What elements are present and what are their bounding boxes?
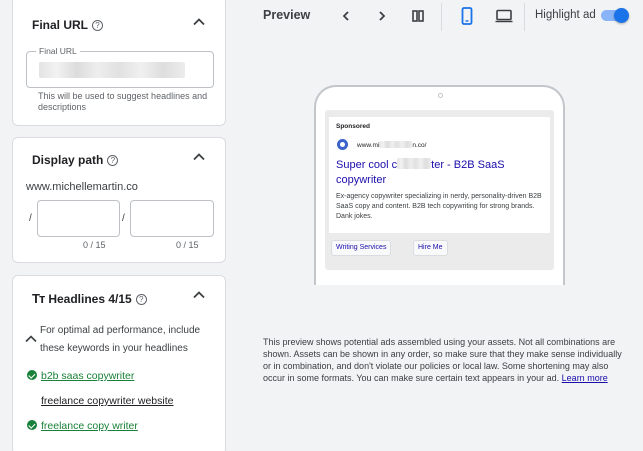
- sitelink-chip[interactable]: Writing Services: [331, 240, 392, 256]
- asset-editor-panel: Final URL? Final URL This will be used t…: [0, 0, 243, 451]
- site-favicon-icon: [337, 139, 348, 150]
- path2-counter: 0 / 15: [176, 240, 199, 250]
- path-separator: /: [29, 213, 32, 224]
- toolbar-divider: [441, 3, 442, 31]
- preview-title: Preview: [263, 8, 311, 22]
- path2-input[interactable]: [130, 200, 214, 237]
- keyword-item: b2b saas copywriter: [27, 370, 134, 382]
- chevron-up-icon[interactable]: [24, 332, 38, 346]
- ad-display-url: www.mi n.co/: [357, 141, 426, 149]
- final-url-field-label: Final URL: [36, 46, 80, 56]
- ad-url-end: n.co/: [412, 142, 427, 149]
- phone-screen: Sponsored www.mi n.co/ Super cool c ter - …: [325, 110, 554, 270]
- headlines-card: Tт Headlines 4/15? For optimal ad perform…: [12, 275, 226, 451]
- sitelink-chip[interactable]: Hire Me: [413, 240, 448, 256]
- phone-frame: Sponsored www.mi n.co/ Super cool c ter - …: [314, 85, 565, 285]
- check-circle-icon: [27, 420, 37, 430]
- ad-card[interactable]: Sponsored www.mi n.co/ Super cool c ter - …: [329, 117, 550, 233]
- path1-input[interactable]: [37, 200, 120, 237]
- final-url-input[interactable]: Final URL: [26, 46, 214, 88]
- keyword-text: freelance copywriter website: [41, 395, 174, 407]
- display-domain: www.michellemartin.co: [26, 181, 138, 193]
- final-url-title-row: Final URL?: [32, 18, 103, 32]
- headlines-title: Headlines 4/15: [48, 292, 132, 306]
- keyword-item: freelance copy writer: [27, 420, 138, 432]
- check-circle-icon: [27, 370, 37, 380]
- preview-disclaimer: This preview shows potential ads assembl…: [263, 336, 623, 384]
- headlines-title-row: Tт Headlines 4/15?: [32, 291, 147, 306]
- display-path-card: Display path? www.michellemartin.co / / …: [12, 137, 226, 263]
- ad-url-start: www.mi: [357, 142, 380, 149]
- redacted-url-value: [39, 62, 185, 78]
- chevron-up-icon[interactable]: [192, 150, 206, 164]
- help-icon[interactable]: ?: [135, 294, 147, 305]
- phone-camera: [438, 93, 443, 98]
- preview-toolbar: Preview Highlight ad: [243, 0, 635, 32]
- path1-counter: 0 / 15: [83, 240, 106, 250]
- keyword-tip: For optimal ad performance, include thes…: [40, 325, 201, 354]
- keyword-text: freelance copy writer: [41, 420, 138, 432]
- help-icon[interactable]: ?: [107, 155, 119, 166]
- chevron-up-icon[interactable]: [192, 288, 206, 302]
- ad-headline-start: Super cool c: [336, 159, 398, 171]
- chevron-right-icon[interactable]: [372, 6, 392, 26]
- toggle-knob: [614, 8, 629, 23]
- ad-headline[interactable]: Super cool c ter - B2B SaaS copywriter: [336, 158, 541, 188]
- highlight-ad-label: Highlight ad: [535, 9, 596, 21]
- display-path-title: Display path: [32, 153, 104, 167]
- help-icon[interactable]: ?: [92, 20, 103, 31]
- final-url-title: Final URL: [32, 18, 88, 32]
- path-separator: /: [122, 213, 125, 224]
- text-format-icon: Tт: [32, 291, 45, 306]
- keyword-item: freelance copywriter website: [41, 395, 173, 407]
- chevron-left-icon[interactable]: [336, 6, 356, 26]
- final-url-card: Final URL? Final URL This will be used t…: [12, 0, 226, 126]
- desktop-device-icon[interactable]: [494, 6, 514, 26]
- sponsored-label: Sponsored: [336, 123, 370, 130]
- redacted-headline-part: [397, 158, 432, 169]
- final-url-hint: This will be used to suggest headlines a…: [38, 91, 208, 112]
- toolbar-divider: [524, 3, 525, 31]
- ad-preview-panel: Preview Highlight ad Sponsored www.mi n.…: [243, 0, 643, 451]
- mobile-device-icon[interactable]: [457, 6, 477, 26]
- chevron-up-icon[interactable]: [192, 15, 206, 29]
- view-columns-icon[interactable]: [408, 6, 428, 26]
- ad-description: Ex-agency copywriter specializing in ner…: [336, 193, 542, 220]
- highlight-ad-toggle[interactable]: [601, 8, 629, 23]
- learn-more-link[interactable]: Learn more: [562, 373, 608, 383]
- keyword-text: b2b saas copywriter: [41, 370, 135, 382]
- display-path-title-row: Display path?: [32, 153, 119, 167]
- redacted-url-part: [379, 141, 413, 148]
